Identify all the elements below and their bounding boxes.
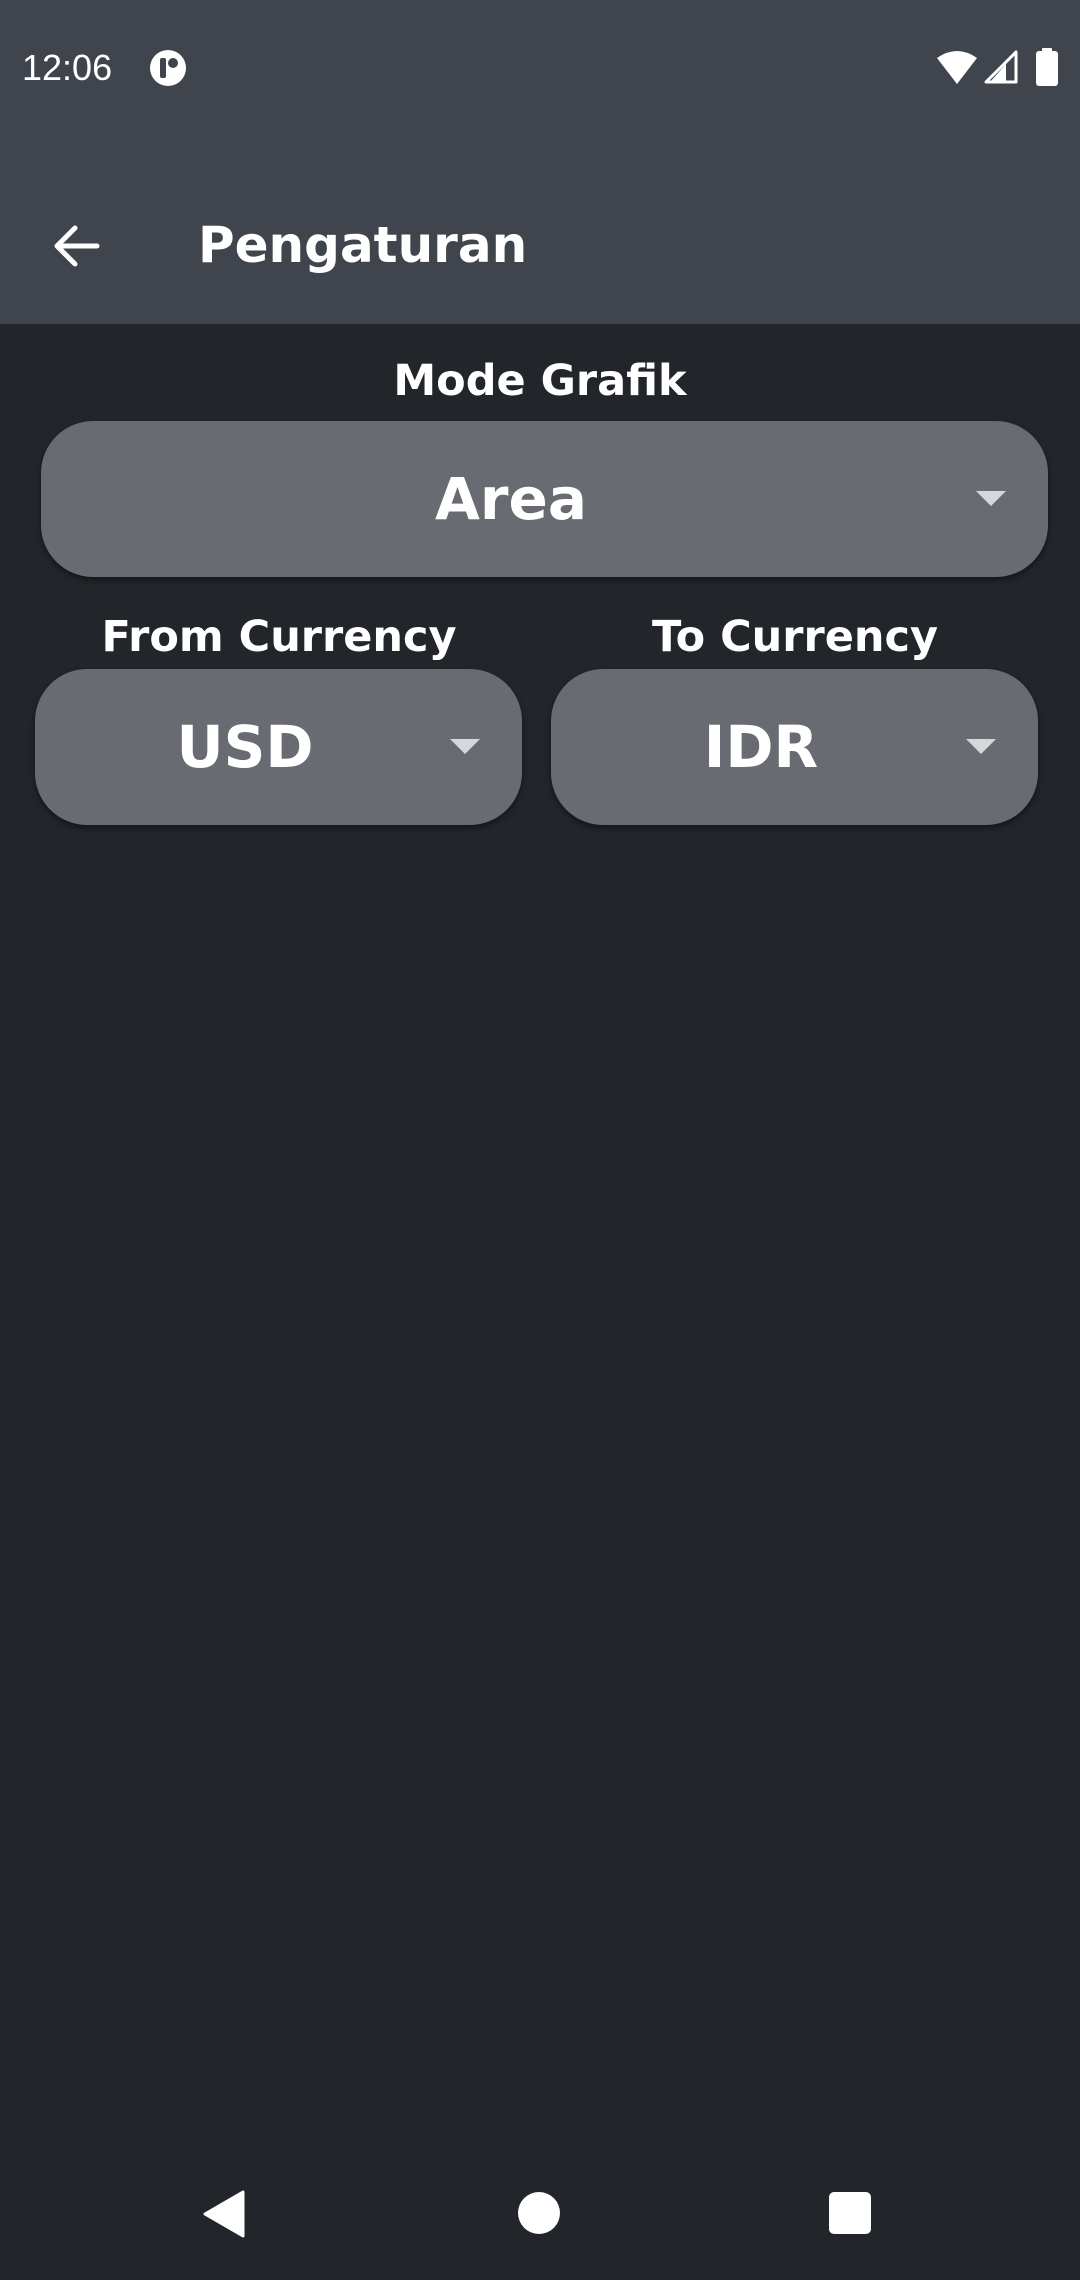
battery-icon [1036,48,1058,86]
wifi-icon [937,51,977,84]
app-notification-icon [150,50,186,86]
settings-screen: 12:06 Pengaturan Mode Grafik Area From C… [0,0,1080,2280]
back-button[interactable] [36,206,116,286]
from-currency-label: From Currency [101,612,457,662]
chart-mode-value: Area [435,465,587,533]
nav-recents-icon[interactable] [829,2192,871,2234]
nav-back-icon[interactable] [203,2190,245,2238]
dropdown-arrow-icon [966,739,996,754]
status-bar: 12:06 [0,0,1080,136]
dropdown-arrow-icon [450,739,480,754]
mode-grafik-label: Mode Grafik [393,356,687,406]
from-currency-dropdown[interactable]: USD [35,669,522,825]
navigation-bar [0,2148,1080,2280]
chart-mode-dropdown[interactable]: Area [41,421,1048,577]
page-title: Pengaturan [198,216,528,274]
dropdown-arrow-icon [976,491,1006,506]
to-currency-value: IDR [703,713,819,781]
status-time: 12:06 [22,47,113,88]
to-currency-dropdown[interactable]: IDR [551,669,1038,825]
nav-home-icon[interactable] [518,2192,560,2234]
arrow-left-icon [54,225,100,267]
cell-signal-icon [984,50,1018,84]
from-currency-value: USD [176,713,314,781]
to-currency-label: To Currency [651,612,938,662]
